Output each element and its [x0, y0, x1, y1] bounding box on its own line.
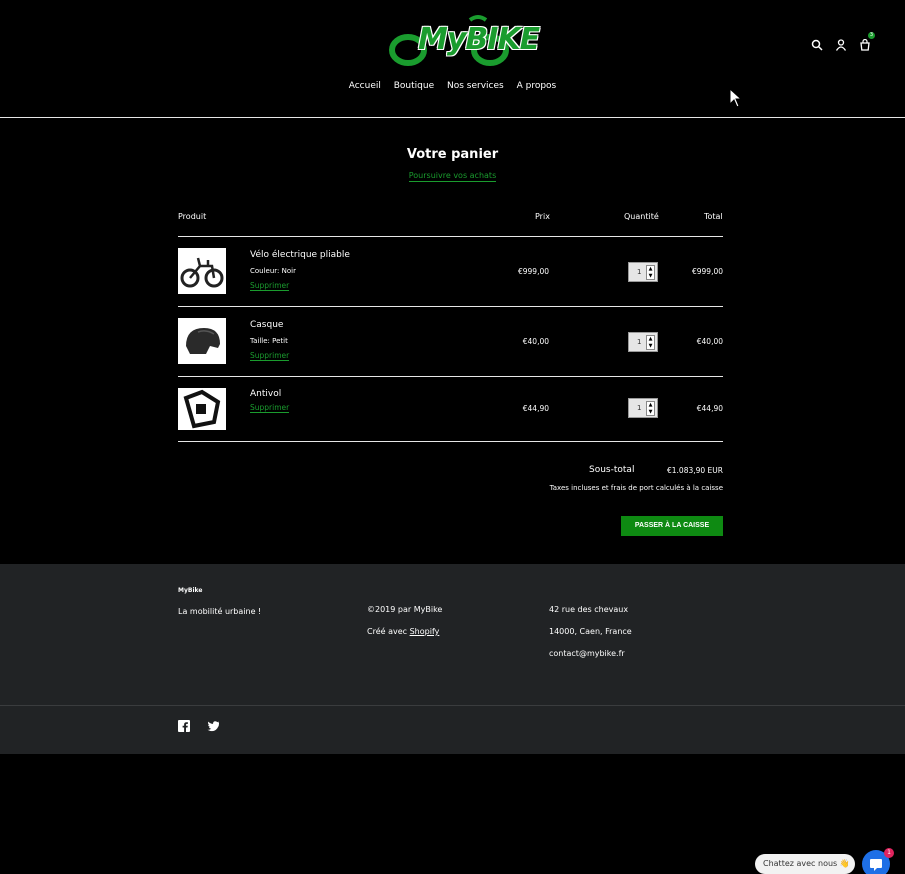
quantity-stepper[interactable]: ▲ ▼	[646, 401, 655, 416]
product-image-helmet[interactable]	[178, 318, 226, 364]
footer-created-with: Créé avec Shopify	[367, 627, 439, 636]
column-header-quantity: Quantité	[624, 212, 659, 221]
quantity-input[interactable]: 1 ▲ ▼	[628, 398, 658, 418]
product-variant: Couleur: Noir	[250, 267, 296, 275]
footer-email[interactable]: contact@mybike.fr	[549, 649, 625, 658]
cart-row: Casque Taille: Petit Supprimer €40,00 1 …	[178, 306, 723, 376]
column-header-total: Total	[704, 212, 723, 221]
subtotal-value: €1.083,90 EUR	[667, 466, 723, 475]
site-header: MyBIKE Accueil Boutique Nos services A p…	[0, 0, 905, 118]
footer-copyright: ©2019 par MyBike	[367, 605, 443, 614]
remove-link[interactable]: Supprimer	[250, 403, 290, 413]
cart-count-badge: 3	[868, 32, 875, 39]
product-price: €40,00	[522, 337, 549, 346]
quantity-value: 1	[637, 338, 642, 346]
created-prefix: Créé avec	[367, 627, 408, 636]
tax-note: Taxes incluses et frais de port calculés…	[549, 484, 723, 492]
facebook-icon[interactable]	[178, 717, 190, 736]
main-nav: Accueil Boutique Nos services A propos	[0, 81, 905, 91]
product-variant: Taille: Petit	[250, 337, 288, 345]
quantity-stepper[interactable]: ▲ ▼	[646, 335, 655, 350]
quantity-input[interactable]: 1 ▲ ▼	[628, 332, 658, 352]
product-image-lock[interactable]	[178, 388, 226, 430]
quantity-input[interactable]: 1 ▲ ▼	[628, 262, 658, 282]
logo-text: MyBIKE	[418, 22, 540, 57]
table-divider	[178, 441, 723, 442]
account-icon[interactable]	[835, 36, 847, 51]
site-footer: MyBike La mobilité urbaine ! ©2019 par M…	[0, 564, 905, 754]
line-total: €999,00	[691, 267, 723, 276]
page-title: Votre panier	[406, 147, 499, 162]
product-price: €999,00	[517, 267, 549, 276]
checkout-button[interactable]: PASSER À LA CAISSE	[621, 516, 723, 536]
mybike-logo[interactable]: MyBIKE	[386, 14, 540, 68]
nav-nos-services[interactable]: Nos services	[447, 81, 504, 91]
nav-boutique[interactable]: Boutique	[394, 81, 434, 91]
footer-divider	[0, 705, 905, 706]
cart-row: Vélo électrique pliable Couleur: Noir Su…	[178, 236, 723, 306]
line-total: €44,90	[696, 404, 723, 413]
line-total: €40,00	[696, 337, 723, 346]
twitter-icon[interactable]	[206, 717, 220, 736]
continue-shopping-link[interactable]: Poursuivre vos achats	[408, 171, 497, 182]
search-icon[interactable]	[811, 36, 823, 51]
chat-prompt[interactable]: Chattez avec nous 👋	[755, 854, 855, 874]
quantity-value: 1	[637, 268, 642, 276]
mouse-cursor-icon	[729, 88, 743, 108]
subtotal-label: Sous-total	[589, 465, 635, 475]
product-price: €44,90	[522, 404, 549, 413]
cart-row: Antivol Supprimer €44,90 1 ▲ ▼ €44,90	[178, 376, 723, 441]
nav-accueil[interactable]: Accueil	[349, 81, 381, 91]
product-name[interactable]: Vélo électrique pliable	[250, 250, 350, 260]
shopify-link[interactable]: Shopify	[410, 627, 440, 636]
footer-brand: MyBike	[178, 587, 203, 594]
footer-address-line2: 14000, Caen, France	[549, 627, 632, 636]
nav-a-propos[interactable]: A propos	[517, 81, 557, 91]
quantity-value: 1	[637, 404, 642, 412]
footer-tagline: La mobilité urbaine !	[178, 607, 262, 616]
cart-icon[interactable]: 3	[859, 32, 875, 51]
column-header-product: Produit	[178, 212, 207, 221]
product-image-ebike[interactable]	[178, 248, 226, 294]
footer-address-line1: 42 rue des chevaux	[549, 605, 629, 614]
quantity-stepper[interactable]: ▲ ▼	[646, 265, 655, 280]
product-name[interactable]: Casque	[250, 320, 283, 330]
continue-shopping-wrap: Poursuivre vos achats	[0, 171, 905, 182]
header-icons: 3	[811, 32, 875, 51]
column-header-price: Prix	[535, 212, 550, 221]
remove-link[interactable]: Supprimer	[250, 281, 290, 291]
remove-link[interactable]: Supprimer	[250, 351, 290, 361]
chat-notification-badge: 1	[884, 848, 894, 858]
product-name[interactable]: Antivol	[250, 389, 281, 399]
